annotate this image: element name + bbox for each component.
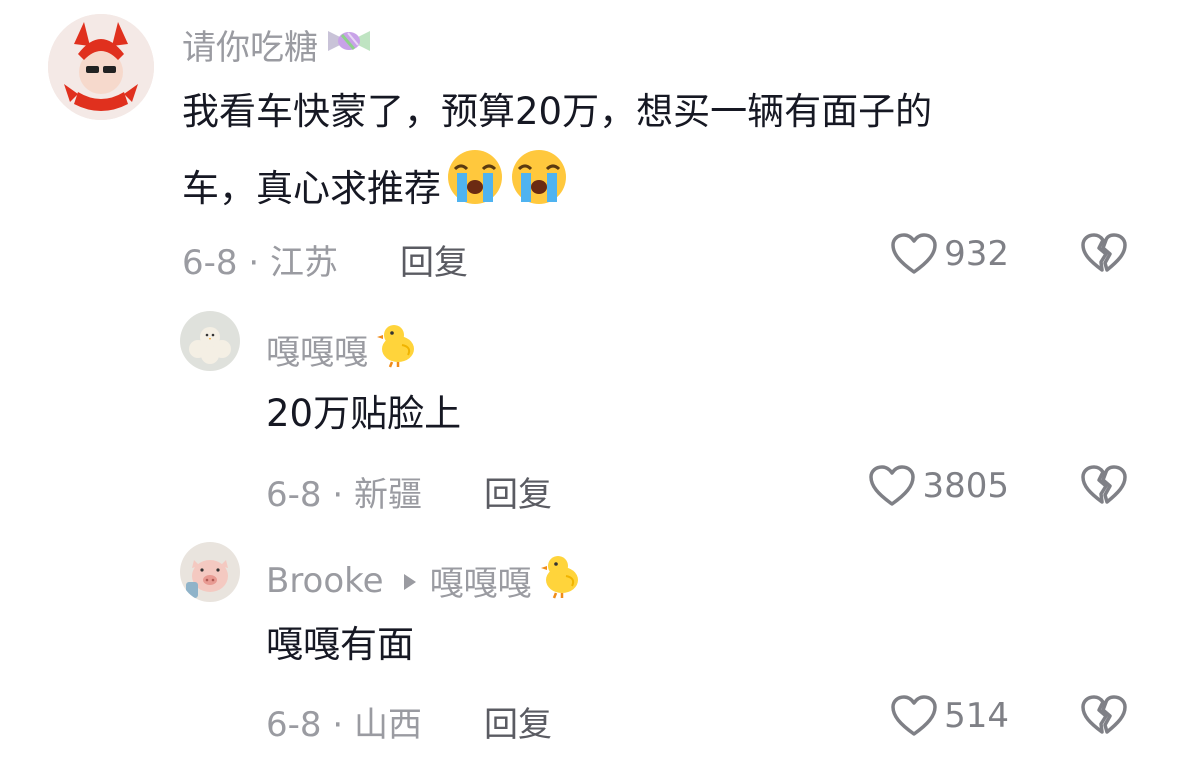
like-count: 932 (944, 234, 1009, 274)
like-button[interactable]: 3805 (868, 464, 1009, 508)
comment-username[interactable]: 请你吃糖 (182, 20, 374, 69)
comment-text: 20万贴脸上 (266, 392, 462, 435)
heart-icon (891, 695, 937, 736)
like-button[interactable]: 932 (890, 232, 1009, 276)
dislike-button[interactable] (1080, 232, 1128, 276)
candy-icon (324, 23, 374, 66)
heart-icon (891, 233, 937, 274)
comment-date-location: 6-8 · 山西 (266, 705, 422, 745)
comment-date-location: 6-8 · 江苏 (182, 243, 338, 283)
avatar[interactable] (48, 14, 154, 120)
comment-username[interactable]: Brooke 嘎嘎嘎 (266, 552, 586, 609)
comment-username[interactable]: 嘎嘎嘎 (266, 321, 422, 378)
reply-button[interactable]: 回复 (400, 235, 468, 284)
comment-date-location: 6-8 · 新疆 (266, 475, 422, 515)
avatar[interactable] (180, 542, 240, 602)
broken-heart-icon (1081, 465, 1127, 504)
baby-chick-icon (536, 552, 586, 609)
loudly-crying-face-icon (445, 147, 505, 230)
like-button[interactable]: 514 (890, 694, 1009, 738)
avatar[interactable] (180, 311, 240, 371)
comment-text: 我看车快蒙了，预算20万，想买一辆有面子的 车，真心求推荐 (182, 76, 1142, 230)
broken-heart-icon (1081, 695, 1127, 734)
reply-arrow-icon (402, 561, 418, 601)
dislike-button[interactable] (1080, 694, 1128, 738)
reply-target-username[interactable]: 嘎嘎嘎 (430, 556, 532, 605)
dislike-button[interactable] (1080, 464, 1128, 508)
baby-chick-icon (372, 321, 422, 378)
reply-button[interactable]: 回复 (484, 697, 552, 746)
broken-heart-icon (1081, 233, 1127, 272)
like-count: 514 (944, 696, 1009, 736)
reply-button[interactable]: 回复 (484, 467, 552, 516)
like-count: 3805 (922, 466, 1009, 506)
loudly-crying-face-icon (509, 147, 569, 230)
comment-text: 嘎嘎有面 (266, 623, 414, 666)
heart-icon (869, 465, 916, 506)
